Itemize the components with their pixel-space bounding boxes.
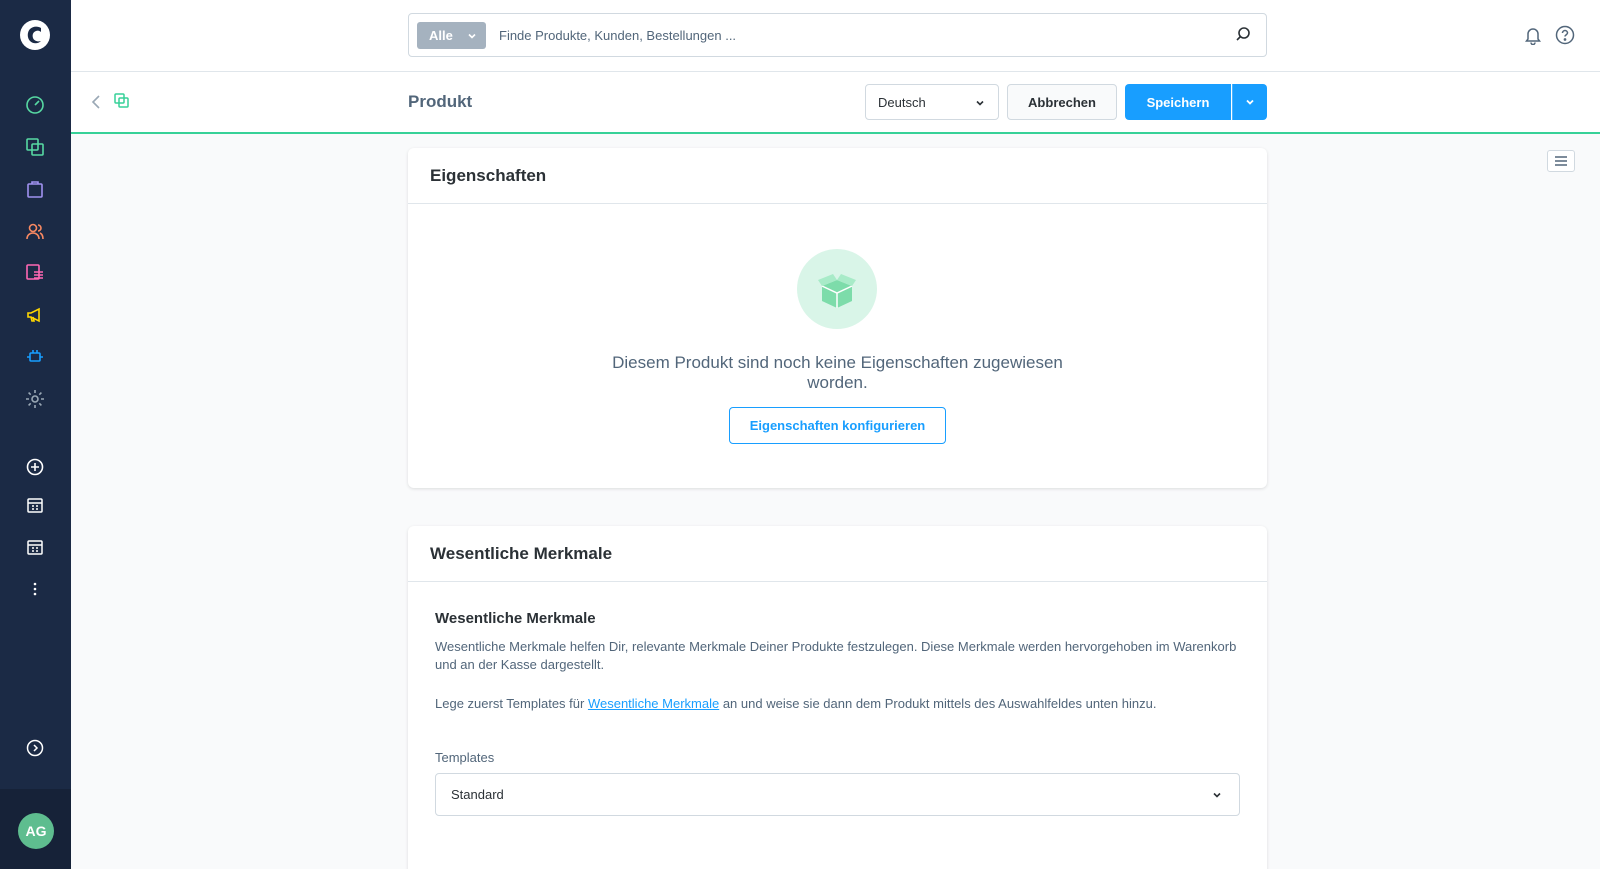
collapse-sidebar-icon[interactable] [23, 736, 47, 760]
customers-icon[interactable] [23, 219, 47, 243]
page-title: Produkt [408, 92, 473, 111]
language-select-value: Deutsch [878, 94, 926, 110]
search-input[interactable] [499, 14, 1199, 56]
save-options-button[interactable] [1232, 84, 1267, 120]
hint-text-before: Lege zuerst Templates für [435, 696, 588, 711]
configure-properties-button[interactable]: Eigenschaften konfigurieren [729, 407, 946, 444]
orders-icon[interactable] [23, 177, 47, 201]
hamburger-icon [1555, 156, 1567, 166]
chevron-down-icon [468, 33, 476, 39]
smart-bar: Produkt Deutsch Abbrechen Speichern [71, 72, 1600, 134]
templates-select-value: Standard [451, 787, 504, 802]
sidebar-menu-button[interactable] [1547, 150, 1575, 172]
hint-text-after: an und weise sie dann dem Produkt mittel… [719, 696, 1157, 711]
content-icon[interactable] [23, 261, 47, 285]
add-circle-icon[interactable] [23, 455, 47, 479]
settings-icon[interactable] [23, 387, 47, 411]
catalogue-icon[interactable] [23, 135, 47, 159]
back-arrow-icon[interactable] [89, 92, 103, 112]
empty-box-icon [797, 249, 877, 329]
empty-state-text: Diesem Produkt sind noch keine Eigenscha… [612, 353, 1063, 392]
avatar[interactable]: AG [18, 813, 54, 849]
sales-channel-icon[interactable] [23, 493, 47, 517]
extensions-icon[interactable] [23, 345, 47, 369]
help-icon[interactable] [1555, 25, 1575, 45]
essential-features-description: Wesentliche Merkmale helfen Dir, relevan… [435, 639, 1237, 672]
essential-features-subtitle: Wesentliche Merkmale [435, 610, 596, 627]
essential-features-card-title: Wesentliche Merkmale [408, 526, 1267, 582]
language-select[interactable]: Deutsch [865, 84, 999, 120]
chevron-down-icon [1213, 792, 1221, 798]
more-vertical-icon[interactable] [23, 577, 47, 601]
dashboard-icon[interactable] [23, 93, 47, 117]
search-type-label: Alle [429, 28, 453, 43]
properties-card-title: Eigenschaften [408, 148, 1267, 204]
copy-icon[interactable] [113, 92, 131, 110]
essential-features-card: Wesentliche Merkmale Wesentliche Merkmal… [408, 526, 1267, 869]
templates-select[interactable]: Standard [435, 773, 1240, 816]
chevron-down-icon [1246, 99, 1254, 105]
global-search: Alle [408, 13, 1267, 57]
sales-channel-icon[interactable] [23, 535, 47, 559]
cancel-button[interactable]: Abbrechen [1007, 84, 1117, 120]
shopware-logo-icon[interactable] [19, 19, 51, 51]
essential-features-link[interactable]: Wesentliche Merkmale [588, 696, 719, 711]
properties-card: Eigenschaften Diesem Produkt sind noch k… [408, 148, 1267, 488]
search-icon[interactable] [1234, 26, 1252, 44]
save-button[interactable]: Speichern [1125, 84, 1231, 120]
marketing-icon[interactable] [23, 303, 47, 327]
search-type-select[interactable]: Alle [417, 22, 486, 49]
admin-sidebar: AG [0, 0, 71, 869]
top-bar: Alle [71, 0, 1600, 72]
essential-features-hint: Lege zuerst Templates für Wesentliche Me… [435, 695, 1240, 713]
chevron-down-icon [976, 100, 984, 106]
templates-label: Templates [435, 750, 495, 765]
bell-icon[interactable] [1523, 25, 1543, 46]
